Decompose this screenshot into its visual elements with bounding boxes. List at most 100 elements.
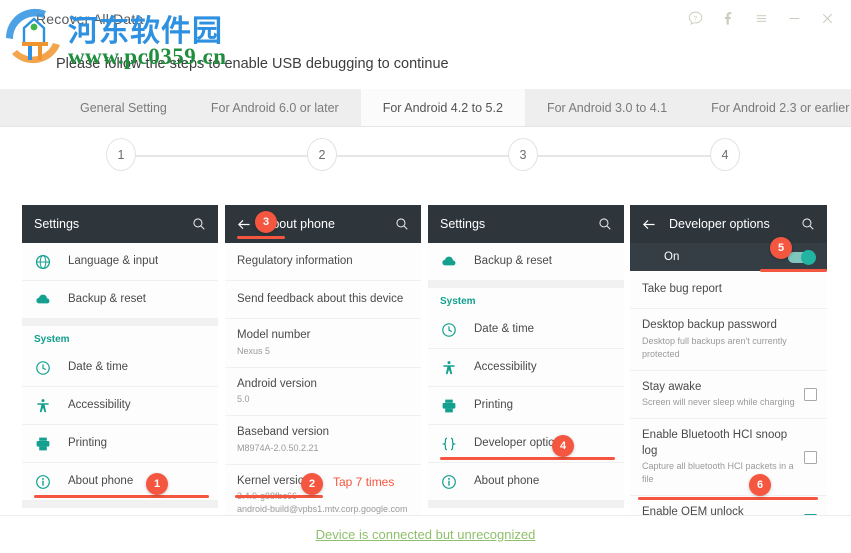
highlight-underline-6: [638, 497, 818, 500]
developer-options-switch[interactable]: [788, 249, 816, 265]
list-item[interactable]: Accessibility: [22, 387, 218, 425]
tab-android-42-to-52[interactable]: For Android 4.2 to 5.2: [360, 89, 525, 126]
list-item[interactable]: About phone: [428, 463, 624, 501]
developer-options-toggle-row: On: [630, 243, 827, 271]
step-badge-4: 4: [552, 435, 574, 457]
checkbox-bluetooth-hci-snoop-log[interactable]: [804, 450, 817, 464]
phone-screenshot-panel-3: Settings Backup & reset System Date & ti…: [428, 205, 624, 515]
list-item-label: Accessibility: [474, 360, 537, 373]
panel4-title: Developer options: [669, 217, 770, 231]
toggle-label: On: [664, 251, 680, 263]
tab-bar: General Setting For Android 6.0 or later…: [0, 89, 851, 127]
list-item-label: Baseband version: [237, 426, 330, 439]
device-status-link[interactable]: Device is connected but unrecognized: [316, 527, 536, 542]
list-item[interactable]: Date & time: [428, 311, 624, 349]
step-circle-4[interactable]: 4: [710, 138, 740, 171]
menu-icon[interactable]: [752, 9, 771, 28]
list-item[interactable]: Desktop backup password Desktop full bac…: [630, 309, 827, 371]
list-item[interactable]: Backup & reset: [428, 243, 624, 281]
list-item-label: Backup & reset: [68, 292, 146, 305]
panel4-header: Developer options: [630, 205, 827, 243]
list-item[interactable]: Android version 5.0: [225, 368, 421, 417]
step-circle-2[interactable]: 2: [307, 138, 337, 171]
panel4-body: Take bug report Desktop backup password …: [630, 271, 827, 515]
section-header-system: System: [22, 326, 218, 349]
app-title: Recover All Data: [36, 11, 144, 27]
section-divider: [22, 501, 218, 508]
accessibility-icon: [440, 359, 458, 377]
list-item-sublabel: Desktop full backups aren't currently pr…: [642, 335, 787, 359]
list-item[interactable]: Accessibility: [428, 349, 624, 387]
globe-icon: [34, 253, 52, 271]
list-item-label: Enable Bluetooth HCI snoop log: [642, 429, 788, 457]
phone-screenshot-panel-1: Settings Language & input Backup & reset…: [22, 205, 218, 515]
printer-icon: [34, 435, 52, 453]
list-item-label: Developer options: [474, 436, 567, 449]
list-item[interactable]: Model number Nexus 5: [225, 319, 421, 368]
search-icon[interactable]: [192, 217, 206, 231]
list-item[interactable]: Date & time: [22, 349, 218, 387]
checkbox-stay-awake[interactable]: [804, 387, 817, 401]
section-header-system: System: [428, 288, 624, 311]
list-item-label: Printing: [474, 398, 513, 411]
tap-hint-label: Tap 7 times: [333, 475, 395, 489]
tab-android-23-or-earlier[interactable]: For Android 2.3 or earlier: [689, 89, 851, 126]
list-item[interactable]: Baseband version M8974A-2.0.50.2.21: [225, 416, 421, 465]
panel1-body: Language & input Backup & reset System D…: [22, 243, 218, 508]
list-item-label: Send feedback about this device: [237, 292, 404, 305]
phone-screenshot-panel-4: Developer options On Take bug report Des…: [630, 205, 827, 515]
list-item[interactable]: Enable Bluetooth HCI snoop log Capture a…: [630, 419, 827, 497]
list-item[interactable]: Regulatory information: [225, 243, 421, 281]
panel1-title: Settings: [34, 217, 80, 231]
list-item[interactable]: Printing: [428, 387, 624, 425]
tab-general-setting[interactable]: General Setting: [58, 89, 189, 126]
search-icon[interactable]: [598, 217, 612, 231]
back-arrow-icon[interactable]: [237, 217, 252, 232]
list-item[interactable]: Printing: [22, 425, 218, 463]
list-item-label: Model number: [237, 329, 311, 341]
close-icon[interactable]: [818, 9, 837, 28]
list-item[interactable]: Kernel version 3.4.0-g88fbc66 android-bu…: [225, 465, 421, 515]
minimize-icon[interactable]: [785, 9, 804, 28]
tab-android-30-to-41[interactable]: For Android 3.0 to 4.1: [525, 89, 689, 126]
panel3-body: Backup & reset System Date & time Access…: [428, 243, 624, 508]
step-connector-line: [121, 155, 725, 157]
list-item-sublabel: M8974A-2.0.50.2.21: [237, 442, 319, 453]
list-item[interactable]: Send feedback about this device: [225, 281, 421, 319]
list-item-label: Backup & reset: [474, 254, 552, 267]
search-icon[interactable]: [395, 217, 409, 231]
highlight-underline-4: [440, 457, 615, 460]
step-badge-2: 2: [301, 473, 323, 495]
facebook-icon[interactable]: [719, 9, 738, 28]
step-badge-1: 1: [146, 473, 168, 495]
switch-knob: [801, 249, 816, 265]
braces-icon: [440, 435, 458, 453]
highlight-underline-2: [235, 495, 323, 498]
cloud-icon: [440, 253, 458, 271]
list-item-label: About phone: [474, 474, 540, 487]
list-item[interactable]: Take bug report: [630, 271, 827, 309]
list-item[interactable]: Stay awake Screen will never sleep while…: [630, 371, 827, 420]
list-item-sublabel: 3.4.0-g88fbc66 android-build@vpbs1.mtv.c…: [237, 491, 408, 515]
step-circle-1[interactable]: 1: [106, 138, 136, 171]
window-controls: ?: [686, 9, 837, 28]
list-item[interactable]: Language & input: [22, 243, 218, 281]
list-item[interactable]: Backup & reset: [22, 281, 218, 319]
back-arrow-icon[interactable]: [642, 217, 657, 232]
step-badge-5: 5: [770, 237, 792, 259]
highlight-underline-3: [237, 236, 285, 239]
help-icon[interactable]: ?: [686, 9, 705, 28]
tab-android-6-or-later[interactable]: For Android 6.0 or later: [189, 89, 361, 126]
clock-icon: [34, 359, 52, 377]
instruction-subtitle: Please follow the steps to enable USB de…: [56, 56, 449, 72]
tab-spacer: [0, 89, 58, 126]
step-indicator: 1 2 3 4: [0, 138, 851, 174]
list-item-label: Date & time: [68, 360, 129, 373]
step-circle-3[interactable]: 3: [508, 138, 538, 171]
section-divider: [428, 501, 624, 508]
search-icon[interactable]: [801, 217, 815, 231]
accessibility-icon: [34, 397, 52, 415]
list-item-label: Language & input: [68, 254, 159, 267]
info-icon: [440, 473, 458, 491]
title-bar: Recover All Data ?: [0, 0, 851, 43]
